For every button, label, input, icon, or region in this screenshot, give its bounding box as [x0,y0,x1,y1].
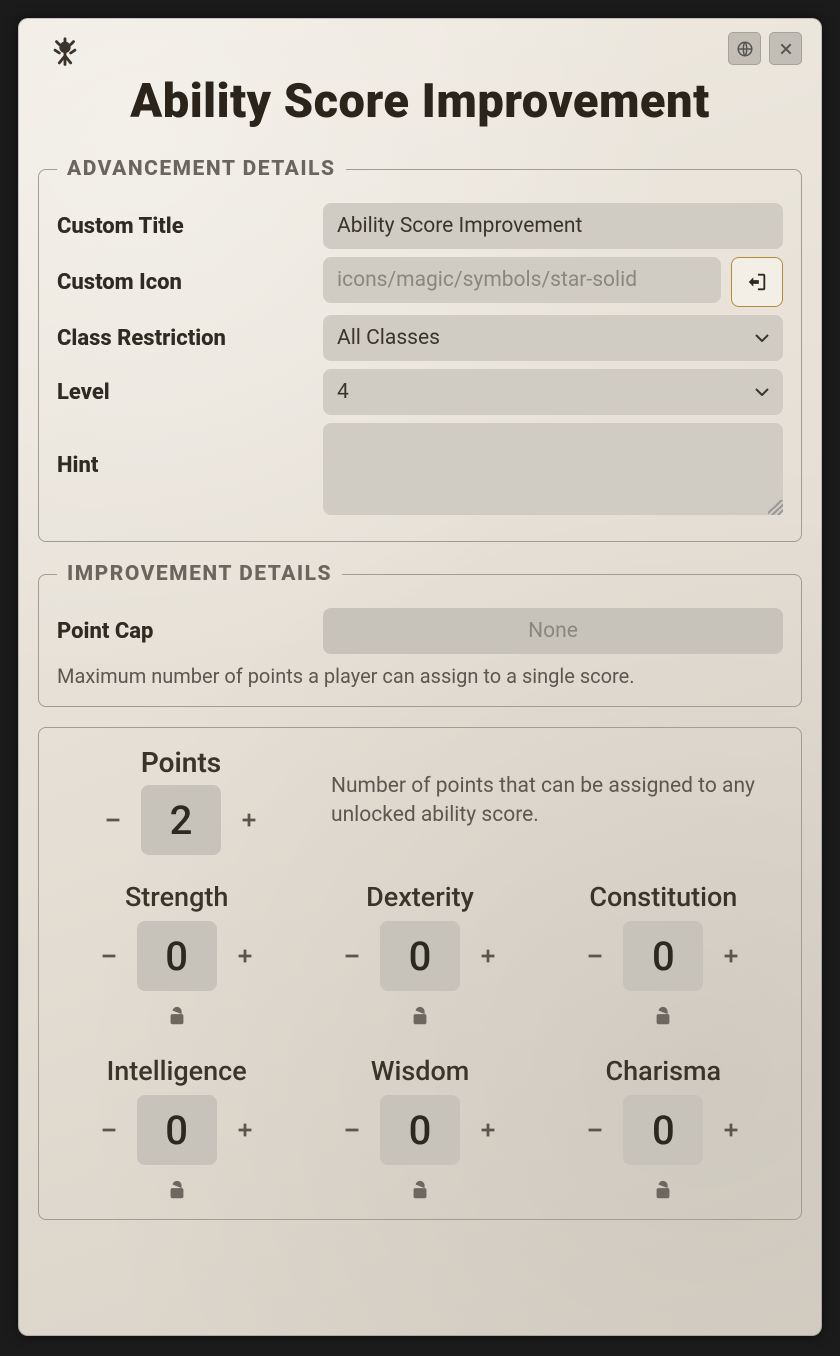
browse-icon-button[interactable] [731,257,783,307]
ability-strength: Strength [59,881,294,1027]
level-label: Level [57,380,307,405]
dexterity-increment[interactable] [468,934,508,978]
ability-label: Charisma [546,1055,781,1087]
ability-label: Intelligence [59,1055,294,1087]
hint-label: Hint [57,423,307,478]
ability-label: Constitution [546,881,781,913]
point-cap-note: Maximum number of points a player can as… [57,664,783,688]
dexterity-decrement[interactable] [332,934,372,978]
points-decrement[interactable] [93,798,133,842]
unlock-icon[interactable] [546,1005,781,1027]
unlock-icon[interactable] [59,1005,294,1027]
unlock-icon[interactable] [546,1179,781,1201]
ability-scores-panel: Points Number of points that can be assi… [38,727,802,1220]
wisdom-input[interactable] [380,1095,460,1165]
page-title: Ability Score Improvement [38,74,802,129]
custom-icon-input[interactable] [323,257,721,303]
ability-constitution: Constitution [546,881,781,1027]
points-note: Number of points that can be assigned to… [331,772,781,829]
hint-input[interactable] [323,423,783,515]
advancement-legend: ADVANCEMENT DETAILS [57,157,346,181]
points-label: Points [59,746,303,779]
wisdom-increment[interactable] [468,1108,508,1152]
ability-label: Wisdom [302,1055,537,1087]
custom-icon-label: Custom Icon [57,270,307,295]
custom-title-input[interactable] [323,203,783,249]
ability-dexterity: Dexterity [302,881,537,1027]
ability-label: Dexterity [302,881,537,913]
advancement-icon [48,36,82,74]
charisma-input[interactable] [623,1095,703,1165]
unlock-icon[interactable] [302,1005,537,1027]
constitution-increment[interactable] [711,934,751,978]
ability-wisdom: Wisdom [302,1055,537,1201]
intelligence-increment[interactable] [225,1108,265,1152]
charisma-increment[interactable] [711,1108,751,1152]
unlock-icon[interactable] [302,1179,537,1201]
close-button[interactable] [769,32,802,65]
strength-decrement[interactable] [89,934,129,978]
class-restriction-select[interactable]: All Classes [323,315,783,361]
point-cap-label: Point Cap [57,619,307,644]
unlock-icon[interactable] [59,1179,294,1201]
info-button[interactable] [728,32,761,65]
advancement-details: ADVANCEMENT DETAILS Custom Title Custom … [38,157,802,542]
ability-charisma: Charisma [546,1055,781,1201]
constitution-decrement[interactable] [575,934,615,978]
class-restriction-label: Class Restriction [57,326,307,351]
dexterity-input[interactable] [380,921,460,991]
improvement-legend: IMPROVEMENT DETAILS [57,562,342,586]
point-cap-input[interactable] [323,608,783,654]
strength-input[interactable] [137,921,217,991]
advancement-config-window: Ability Score Improvement ADVANCEMENT DE… [18,18,822,1336]
constitution-input[interactable] [623,921,703,991]
ability-label: Strength [59,881,294,913]
points-input[interactable] [141,785,221,855]
improvement-details: IMPROVEMENT DETAILS Point Cap Maximum nu… [38,562,802,707]
points-increment[interactable] [229,798,269,842]
charisma-decrement[interactable] [575,1108,615,1152]
level-select[interactable]: 4 [323,369,783,415]
custom-title-label: Custom Title [57,214,307,239]
strength-increment[interactable] [225,934,265,978]
wisdom-decrement[interactable] [332,1108,372,1152]
intelligence-decrement[interactable] [89,1108,129,1152]
ability-intelligence: Intelligence [59,1055,294,1201]
intelligence-input[interactable] [137,1095,217,1165]
